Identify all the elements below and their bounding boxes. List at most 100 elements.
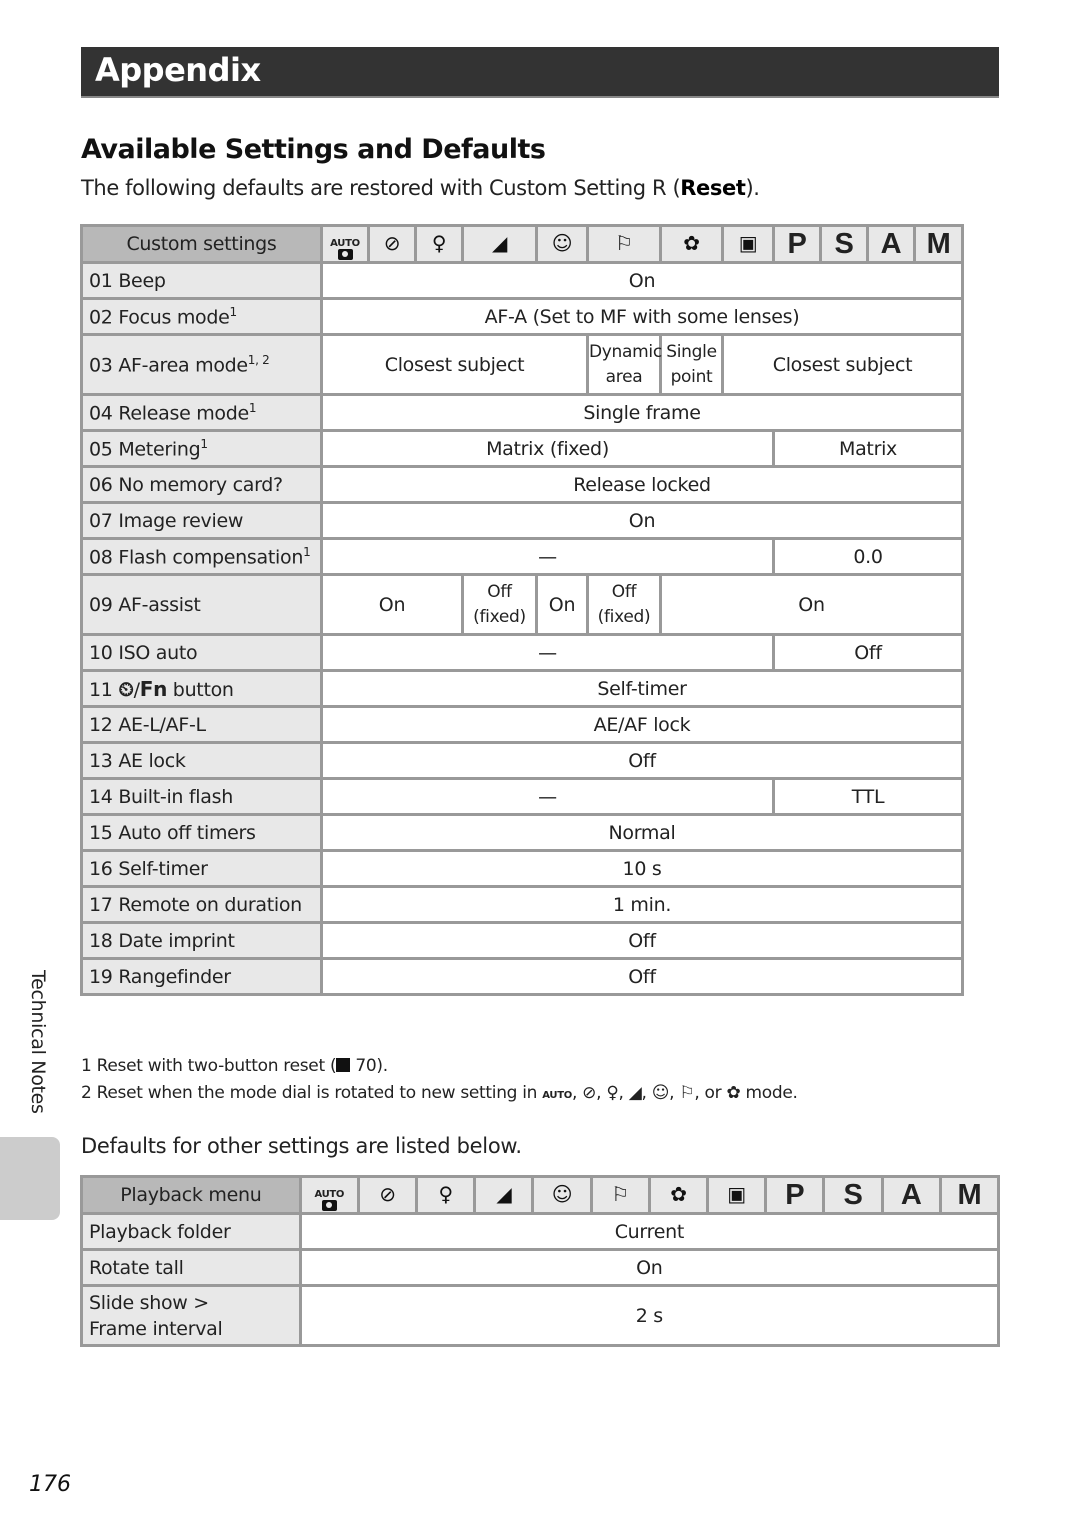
row-label: 06 No memory card? <box>80 465 323 504</box>
section-title: Available Settings and Defaults <box>81 134 546 165</box>
mode-child: ☺ <box>531 1175 593 1215</box>
table-header-row: Custom settings AUTO ⊘ ♀ ◢ ☺ ⚐ ✿ ▣ P S A… <box>80 224 964 264</box>
auto-icon: AUTO <box>542 1090 572 1101</box>
row-value: 10 s <box>320 849 964 888</box>
row-label: 10 ISO auto <box>80 633 323 672</box>
row-label: Rotate tall <box>80 1248 302 1287</box>
row-label: 17 Remote on duration <box>80 885 323 924</box>
table-row: 08 Flash compensation1—0.0 <box>80 537 964 576</box>
row-label: 05 Metering1 <box>80 429 323 468</box>
portrait-icon: ♀ <box>606 1083 619 1103</box>
mode-p: P <box>764 1175 826 1215</box>
row-value: Closest subject <box>721 333 964 396</box>
mode-m: M <box>913 224 964 264</box>
table-row: Slide show > Frame interval 2 s <box>80 1284 1001 1347</box>
close-up-icon: ✿ <box>683 231 700 255</box>
mode-flash-off: ⊘ <box>367 224 417 264</box>
row-value: Matrix (fixed) <box>320 429 775 468</box>
mode-landscape: ◢ <box>461 224 538 264</box>
mode-auto: AUTO <box>298 1175 360 1215</box>
portrait-icon: ♀ <box>431 231 447 255</box>
child-icon: ☺ <box>651 1083 670 1103</box>
mode-auto: AUTO <box>320 224 370 264</box>
table-row: 09 AF-assist On Off (fixed) On Off (fixed) On <box>80 573 964 636</box>
row-value: Off <box>320 957 964 996</box>
row-label: 11 ⏲/Fn button <box>80 669 323 708</box>
sports-icon: ⚐ <box>679 1083 695 1103</box>
row-value: Off <box>772 633 964 672</box>
row-value: Release locked <box>320 465 964 504</box>
custom-settings-table: Custom settings AUTO ⊘ ♀ ◢ ☺ ⚐ ✿ ▣ P S A… <box>80 224 964 996</box>
row-value: Matrix <box>772 429 964 468</box>
row-label: 03 AF-area mode1, 2 <box>80 333 323 396</box>
auto-icon: AUTO <box>330 238 360 260</box>
row-label: 07 Image review <box>80 501 323 540</box>
row-value: Single frame <box>320 393 964 432</box>
table-row: Playback folder Current <box>80 1212 1001 1251</box>
row-value: AE/AF lock <box>320 705 964 744</box>
mode-night-portrait: ▣ <box>706 1175 768 1215</box>
playback-menu-table: Playback menu AUTO ⊘ ♀ ◢ ☺ ⚐ ✿ ▣ P S A M… <box>80 1175 1001 1347</box>
flash-off-icon: ⊘ <box>379 1182 396 1206</box>
mode-flash-off: ⊘ <box>356 1175 419 1215</box>
row-value: Off (fixed) <box>586 573 662 636</box>
landscape-icon: ◢ <box>628 1083 642 1103</box>
mode-p: P <box>772 224 822 264</box>
row-value: Off (fixed) <box>461 573 538 636</box>
mode-sports: ⚐ <box>589 1175 651 1215</box>
mode-s: S <box>819 224 869 264</box>
mode-portrait: ♀ <box>415 1175 477 1215</box>
row-label: Slide show > Frame interval <box>80 1284 302 1347</box>
page-number: 176 <box>29 1472 71 1497</box>
row-value: AF-A (Set to MF with some lenses) <box>320 297 964 336</box>
table-row: Rotate tall On <box>80 1248 1001 1287</box>
mode-close-up: ✿ <box>659 224 724 264</box>
mode-a: A <box>866 224 916 264</box>
mode-m: M <box>938 1175 1001 1215</box>
row-value: Off <box>320 921 964 960</box>
table-row: 16 Self-timer 10 s <box>80 849 964 888</box>
sports-icon: ⚐ <box>615 231 633 255</box>
row-value: TTL <box>772 777 964 816</box>
row-label: 19 Rangefinder <box>80 957 323 996</box>
landscape-icon: ◢ <box>496 1182 512 1206</box>
row-label: 15 Auto off timers <box>80 813 323 852</box>
table-row: 11 ⏲/Fn button Self-timer <box>80 669 964 708</box>
row-value: Normal <box>320 813 964 852</box>
table-row: 12 AE-L/AF-L AE/AF lock <box>80 705 964 744</box>
table-row: 07 Image review On <box>80 501 964 540</box>
row-value: 0.0 <box>772 537 964 576</box>
close-up-icon: ✿ <box>726 1083 741 1103</box>
row-value: 2 s <box>298 1284 1001 1347</box>
mode-child: ☺ <box>535 224 589 264</box>
table-row: 03 AF-area mode1, 2 Closest subject Dynami… <box>80 333 964 396</box>
row-label: 01 Beep <box>80 261 323 300</box>
landscape-icon: ◢ <box>491 231 508 255</box>
row-value: On <box>320 573 464 636</box>
table-row: 17 Remote on duration 1 min. <box>80 885 964 924</box>
reference-icon <box>336 1058 351 1072</box>
self-timer-icon: ⏲ <box>118 676 134 701</box>
sports-icon: ⚐ <box>611 1182 630 1206</box>
footnote-1: 1 Reset with two-button reset ( 70). <box>81 1056 388 1076</box>
table-row: 04 Release mode1 Single frame <box>80 393 964 432</box>
row-label: 04 Release mode1 <box>80 393 323 432</box>
row-label: 16 Self-timer <box>80 849 323 888</box>
night-portrait-icon: ▣ <box>738 231 758 255</box>
row-value: On <box>298 1248 1001 1287</box>
row-value: On <box>320 261 964 300</box>
table-row: 14 Built-in flash — TTL <box>80 777 964 816</box>
side-tab-label: Technical Notes <box>27 970 49 1114</box>
banner-title: Appendix <box>95 51 261 89</box>
table-row: 19 Rangefinder Off <box>80 957 964 996</box>
row-label: 13 AE lock <box>80 741 323 780</box>
auto-icon: AUTO <box>314 1189 344 1211</box>
row-value: — <box>320 633 775 672</box>
row-value: Current <box>298 1212 1001 1251</box>
table-row: 02 Focus mode1 AF-A (Set to MF with some … <box>80 297 964 336</box>
side-tab <box>0 1137 60 1220</box>
row-value: Dynamic area <box>586 333 662 396</box>
row-value: Single point <box>659 333 724 396</box>
mode-close-up: ✿ <box>647 1175 710 1215</box>
row-label: 08 Flash compensation1 <box>80 537 323 576</box>
